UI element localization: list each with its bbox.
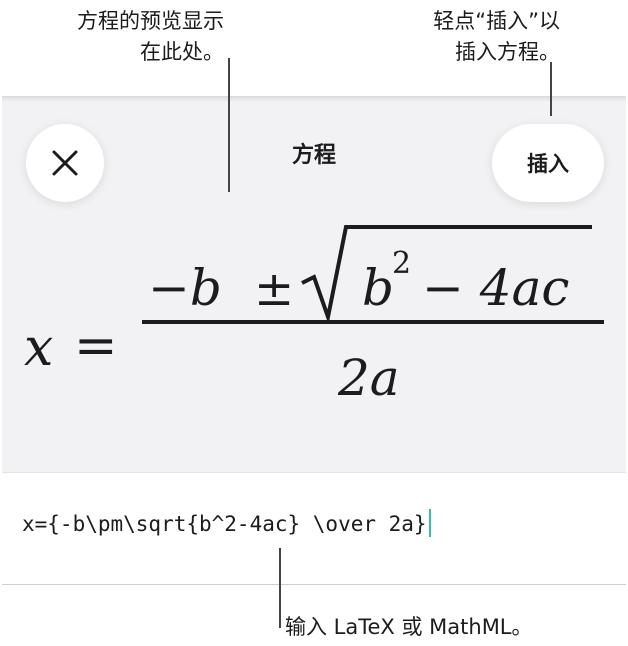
equation-sheet: 方程 插入 x = −b ± b 2 − 4ac 2a x={-b\pm\sqr… (2, 96, 626, 586)
insert-callout: 轻点“插入”以 插入方程。 (370, 6, 560, 68)
equation-input[interactable]: x={-b\pm\sqrt{b^2-4ac} \over 2a} (22, 509, 431, 537)
text-caret (428, 509, 431, 537)
preview-denominator: 2a (337, 349, 400, 407)
preview-leader-line (228, 58, 230, 192)
insert-callout-line1: 轻点“插入”以 (433, 9, 560, 33)
preview-lhs: x (24, 318, 53, 378)
preview-callout-line2: 在此处。 (140, 40, 224, 64)
preview-equals: = (74, 316, 118, 376)
equation-input-area[interactable]: x={-b\pm\sqrt{b^2-4ac} \over 2a} (2, 472, 626, 586)
preview-exponent: 2 (392, 246, 411, 281)
fraction-bar (142, 320, 604, 324)
insert-leader-line (550, 62, 552, 116)
preview-callout: 方程的预览显示 在此处。 (26, 6, 224, 68)
insert-callout-line2: 插入方程。 (455, 40, 560, 64)
sheet-top-shadow (2, 96, 626, 102)
sheet-bottom-border (2, 584, 626, 585)
preview-minus-4ac: − 4ac (422, 259, 569, 317)
equation-preview: x = −b ± b 2 − 4ac 2a (2, 217, 626, 467)
input-callout: 输入 LaTeX 或 MathML。 (285, 615, 533, 639)
preview-plus-minus: ± (254, 261, 294, 317)
equation-input-text: x={-b\pm\sqrt{b^2-4ac} \over 2a} (22, 512, 427, 536)
preview-numerator-minus-b: −b (148, 259, 222, 317)
preview-b: b (362, 259, 394, 317)
preview-callout-line1: 方程的预览显示 (77, 9, 224, 33)
insert-button[interactable]: 插入 (492, 124, 604, 202)
input-leader-line (279, 548, 281, 628)
